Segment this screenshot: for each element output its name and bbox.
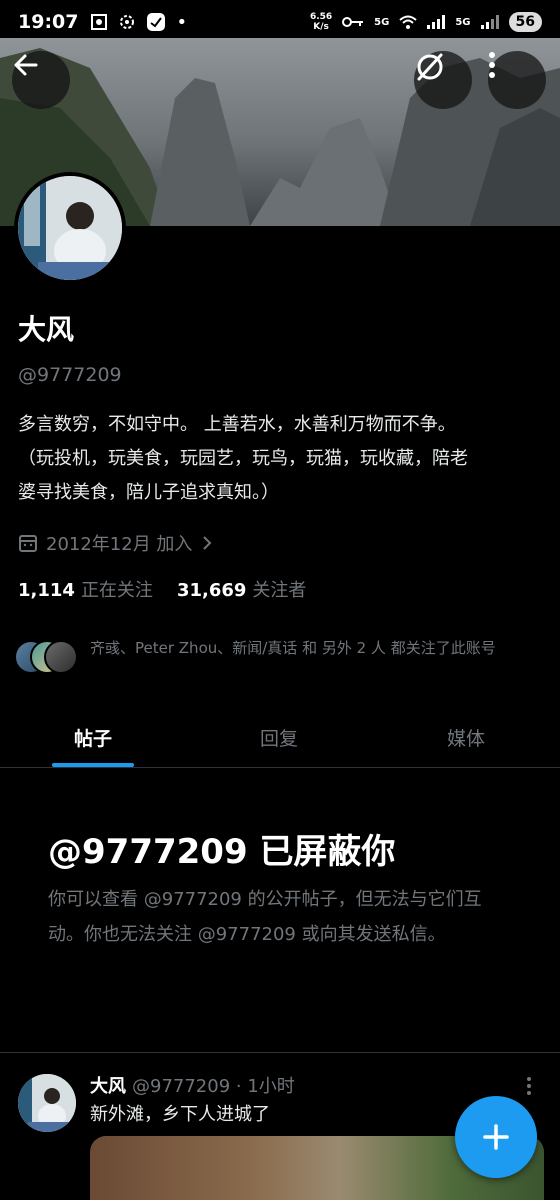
status-time: 19:07	[18, 11, 79, 33]
battery-indicator: 56	[508, 12, 542, 32]
following-count: 1,114	[18, 580, 75, 601]
net-speed: 6.56 K/s	[310, 12, 332, 32]
grok-button[interactable]	[414, 51, 472, 109]
tab-replies[interactable]: 回复	[186, 708, 372, 767]
status-notification-icons: •	[90, 12, 187, 33]
net-speed-value: 6.56	[309, 12, 333, 22]
followers-you-know[interactable]: 齐彧、Peter Zhou、新闻/真话 和 另外 2 人 都关注了此账号	[14, 636, 554, 674]
avatar[interactable]	[18, 176, 122, 280]
screenshot-icon	[91, 14, 108, 30]
tweet-text: 新外滩，乡下人进城了	[90, 1104, 270, 1125]
followers-link[interactable]: 31,669 关注者	[177, 576, 306, 602]
tweet-author-name[interactable]: 大风	[90, 1072, 126, 1098]
divider	[0, 1052, 560, 1053]
back-button[interactable]	[12, 51, 70, 109]
more-vertical-icon	[489, 52, 495, 78]
tweet-header: 大风 @9777209 · 1小时	[90, 1072, 295, 1098]
joined-date: 2012年12月 加入	[46, 534, 193, 555]
bio-line: （玩投机，玩美食，玩园艺，玩鸟，玩猫，玩收藏，陪老	[18, 448, 468, 469]
follow-stats: 1,114 正在关注 31,669 关注者	[18, 576, 306, 602]
calendar-icon	[19, 535, 37, 552]
bio-line: 多言数穷，不如守中。 上善若水，水善利万物而不争。	[18, 414, 456, 435]
plus-icon	[483, 1124, 509, 1150]
followers-label: 关注者	[252, 580, 307, 601]
status-bar: 19:07 • 6.56 K/s 5G 5G 56	[0, 0, 560, 44]
display-name: 大风	[18, 313, 75, 346]
tweet-more-button[interactable]	[526, 1076, 532, 1100]
signal-bars-icon	[427, 15, 446, 29]
net-speed-unit: K/s	[313, 22, 329, 32]
key-icon	[342, 17, 364, 27]
tab-posts[interactable]: 帖子	[0, 708, 186, 767]
joined-date-row[interactable]: 2012年12月 加入	[18, 530, 214, 556]
signal-bars-2-icon	[480, 15, 499, 29]
profile-tabs: 帖子 回复 媒体	[0, 708, 560, 768]
tab-media[interactable]: 媒体	[372, 708, 560, 767]
tweet-handle-time: @9777209 · 1小时	[132, 1076, 295, 1097]
followed-by-text: 齐彧、Peter Zhou、新闻/真话 和 另外 2 人 都关注了此账号	[90, 639, 496, 657]
status-system-icons: 6.56 K/s 5G 5G 56	[310, 12, 542, 32]
avatar-photo	[18, 176, 122, 280]
user-handle: @9777209	[18, 364, 122, 386]
app-notification-icon	[147, 13, 166, 31]
grok-icon	[417, 53, 443, 81]
followers-count: 31,669	[176, 580, 247, 601]
chevron-right-icon	[203, 536, 212, 550]
tweet-author-avatar[interactable]	[18, 1074, 76, 1132]
more-vertical-icon	[527, 1077, 531, 1095]
bio-line: 婆寻找美食，陪儿子追求真知。）	[18, 482, 279, 503]
profile-avatar-frame[interactable]	[14, 172, 126, 284]
wifi-icon	[399, 15, 418, 29]
back-arrow-icon	[14, 54, 38, 76]
avatar	[44, 640, 78, 674]
dot-icon: •	[176, 11, 188, 33]
gear-icon	[120, 15, 135, 29]
more-options-button[interactable]	[488, 51, 546, 109]
avatar-photo	[18, 1074, 76, 1132]
compose-post-button[interactable]	[455, 1096, 537, 1178]
following-label: 正在关注	[80, 580, 153, 601]
blocked-title: @9777209 已屏蔽你	[48, 832, 396, 872]
signal-2-label: 5G	[455, 16, 471, 28]
blocked-description: 你可以查看 @9777209 的公开帖子，但无法与它们互动。你也无法关注 @97…	[48, 889, 482, 945]
mutual-avatars	[14, 636, 80, 674]
signal-1-label: 5G	[374, 16, 390, 28]
following-link[interactable]: 1,114 正在关注	[18, 576, 153, 602]
profile-bio: 多言数穷，不如守中。 上善若水，水善利万物而不争。 （玩投机，玩美食，玩园艺，玩…	[18, 408, 548, 510]
